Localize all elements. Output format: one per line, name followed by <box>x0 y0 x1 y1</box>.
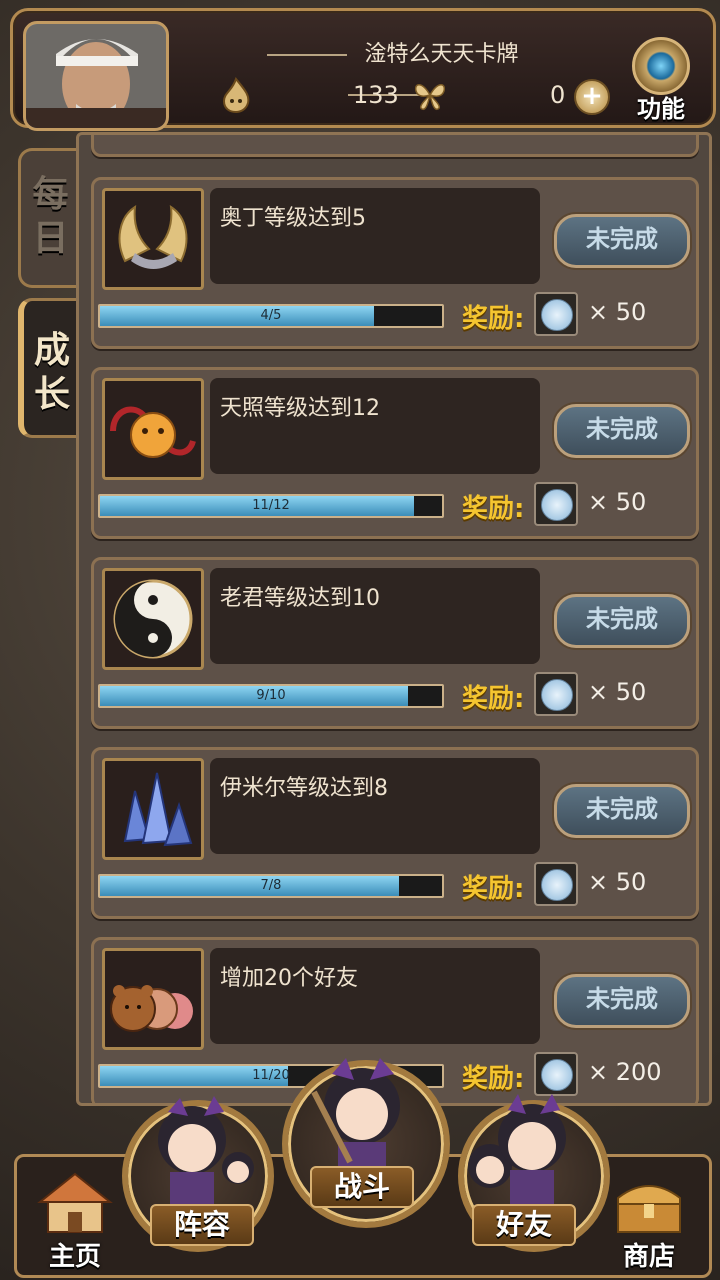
quest-status-button[interactable]: 未完成 <box>554 404 690 458</box>
reward-quantity: × 50 <box>588 488 647 516</box>
quest-status-button[interactable]: 未完成 <box>554 974 690 1028</box>
quest-title: 增加20个好友 <box>220 966 358 991</box>
quest-progress-bar: 11/12 <box>98 494 444 518</box>
flame-spirit-icon <box>222 77 250 113</box>
reward-quantity: × 50 <box>588 298 647 326</box>
tab-growth-label-2: 长 <box>33 374 70 415</box>
quest-icon-frame <box>102 948 204 1050</box>
quest-description-box: 老君等级达到10 <box>210 568 540 664</box>
nav-friends-label: 好友 <box>472 1204 576 1246</box>
house-icon <box>37 1172 113 1233</box>
tab-daily-label-1: 每 <box>32 174 69 215</box>
add-resource-button[interactable]: + <box>574 79 610 115</box>
silver-coin-icon <box>534 482 578 526</box>
silver-coin-icon <box>534 862 578 906</box>
tab-daily[interactable]: 每 日 <box>18 148 80 288</box>
resource1-value: 133 <box>353 81 399 109</box>
quest-status-button[interactable]: 未完成 <box>554 784 690 838</box>
quest-icon-frame <box>102 378 204 480</box>
nav-battle-label: 战斗 <box>310 1166 414 1208</box>
resource-bar: 133 0 + <box>218 71 610 119</box>
quest-title: 伊米尔等级达到8 <box>220 776 388 801</box>
battle-character-icon <box>311 1058 400 1176</box>
quest-description-box: 奥丁等级达到5 <box>210 188 540 284</box>
yin-yang-icon <box>113 579 193 659</box>
friends-character-icon <box>468 1094 566 1206</box>
reward-quantity: × 50 <box>588 868 647 896</box>
function-menu-button[interactable]: 功能 <box>625 37 697 123</box>
nav-shop-label: 商店 <box>622 1242 675 1272</box>
bottom-navigation: 主页 阵容 战斗 好友 商店 <box>0 1058 720 1280</box>
progress-label: 4/5 <box>260 308 282 323</box>
quest-title: 天照等级达到12 <box>220 396 380 421</box>
nav-shop-button[interactable]: 商店 <box>604 1168 694 1272</box>
quest-title: 奥丁等级达到5 <box>220 206 366 231</box>
quest-card: 老君等级达到10 未完成 9/10 奖励: × 50 <box>91 557 699 729</box>
tab-growth-label-1: 成 <box>33 330 70 371</box>
quest-icon-frame <box>102 188 204 290</box>
winged-headband-icon <box>118 205 188 269</box>
quest-title: 老君等级达到10 <box>220 586 380 611</box>
quest-description-box: 伊米尔等级达到8 <box>210 758 540 854</box>
progress-label: 11/12 <box>252 498 290 513</box>
progress-label: 7/8 <box>260 878 282 893</box>
ice-crystal-icon <box>123 772 193 847</box>
player-name-bar: 淦特么天天卡牌 <box>208 35 568 96</box>
resource2-value: 0 <box>550 81 566 109</box>
quest-card: 伊米尔等级达到8 未完成 7/8 奖励: × 50 <box>91 747 699 919</box>
top-header: 淦特么天天卡牌 133 0 + 功能 <box>10 8 716 131</box>
player-name: 淦特么天天卡牌 <box>364 42 519 67</box>
tab-daily-label-2: 日 <box>32 218 69 259</box>
nav-team-label: 阵容 <box>150 1204 254 1246</box>
quest-progress-bar: 7/8 <box>98 874 444 898</box>
quest-description-box: 增加20个好友 <box>210 948 540 1044</box>
tab-growth[interactable]: 成 长 <box>18 298 80 438</box>
quest-card-partial <box>91 135 699 157</box>
reward-label: 奖励: <box>462 684 525 714</box>
reward-label: 奖励: <box>462 874 525 904</box>
progress-label: 9/10 <box>256 688 286 703</box>
function-label: 功能 <box>637 95 685 123</box>
sun-spirit-icon <box>110 406 196 458</box>
quest-list-panel[interactable]: 奥丁等级达到5 未完成 4/5 奖励: × 50 天照等级达到12 未完成 11… <box>76 132 712 1106</box>
quest-card: 天照等级达到12 未完成 11/12 奖励: × 50 <box>91 367 699 539</box>
gear-icon <box>632 37 690 95</box>
reward-label: 奖励: <box>462 304 525 334</box>
silver-coin-icon <box>534 292 578 336</box>
quest-description-box: 天照等级达到12 <box>210 378 540 474</box>
player-avatar[interactable] <box>23 21 169 131</box>
quest-icon-frame <box>102 758 204 860</box>
quest-icon-frame <box>102 568 204 670</box>
reward-quantity: × 200 <box>588 1058 662 1086</box>
quest-progress-bar: 4/5 <box>98 304 444 328</box>
quest-status-button[interactable]: 未完成 <box>554 594 690 648</box>
reward-label: 奖励: <box>462 494 525 524</box>
team-character-icon <box>158 1096 254 1208</box>
quest-status-button[interactable]: 未完成 <box>554 214 690 268</box>
quest-progress-bar: 9/10 <box>98 684 444 708</box>
title-deco-left <box>267 54 348 56</box>
nav-home-button[interactable]: 主页 <box>30 1168 120 1272</box>
nav-home-label: 主页 <box>48 1242 101 1272</box>
treasure-chest-icon <box>617 1185 681 1233</box>
reward-quantity: × 50 <box>588 678 647 706</box>
quest-card: 奥丁等级达到5 未完成 4/5 奖励: × 50 <box>91 177 699 349</box>
butterfly-icon <box>414 84 446 111</box>
silver-coin-icon <box>534 672 578 716</box>
bear-friends-icon <box>110 985 193 1032</box>
